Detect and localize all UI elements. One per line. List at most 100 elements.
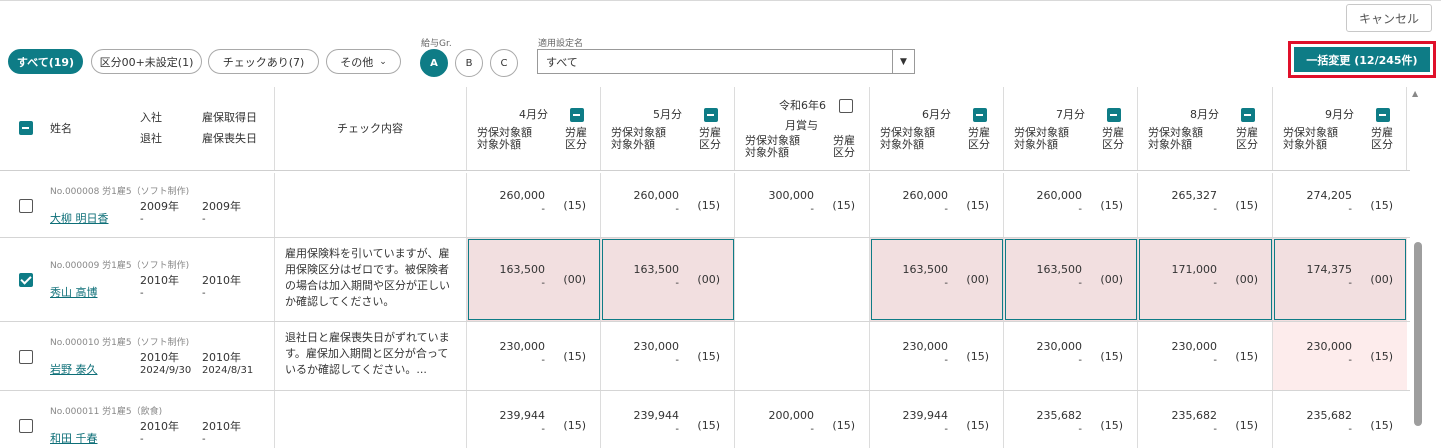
filter-chip-kubun00[interactable]: 区分00+未設定(1) <box>91 49 202 74</box>
amount-cell[interactable]: 163,500 - (00) <box>870 238 1004 321</box>
top-divider <box>0 0 1441 1</box>
exempt-value: - <box>1348 278 1352 289</box>
amount-cell[interactable]: 260,000 - (15) <box>467 173 601 237</box>
amount-cell[interactable] <box>735 322 870 390</box>
month-label: 7月分 <box>1056 108 1085 121</box>
pay-group-a[interactable]: A <box>420 49 448 77</box>
employee-cell: No.000008 労1雇5（ソフト制作) 大柳 明日香 2009年 -2009年 - <box>0 173 275 237</box>
filter-chip-checked[interactable]: チェックあり(7) <box>208 49 319 74</box>
cancel-button[interactable]: キャンセル <box>1346 4 1432 32</box>
kubun-value: (15) <box>563 350 586 363</box>
header-name: 姓名 <box>50 122 72 135</box>
employee-meta: No.000009 労1雇5（ソフト制作) <box>50 261 190 271</box>
employee-name-link[interactable]: 岩野 泰久 <box>50 361 98 377</box>
month-label: 4月分 <box>519 108 548 121</box>
ins-get-date: 2009年 <box>202 200 241 213</box>
kubun-value: (15) <box>1370 199 1393 212</box>
exempt-value: - <box>675 204 679 215</box>
ins-lost-date: 2024/8/31 <box>202 365 254 376</box>
header-month-8: 8月分 労保対象額 対象外額 労雇 区分 <box>1138 87 1273 170</box>
row-checkbox[interactable] <box>19 199 33 213</box>
scrollbar-thumb[interactable] <box>1414 242 1422 426</box>
check-note: 雇用保険料を引いていますが、雇用保険区分はゼロです。被保険者の場合は加入期間や区… <box>285 247 450 308</box>
month-checkbox[interactable] <box>1241 108 1255 122</box>
kubun-value: (15) <box>1100 199 1123 212</box>
exempt-value: - <box>541 278 545 289</box>
amount-value: 174,375 <box>1306 263 1353 276</box>
amount-cell[interactable]: 174,375 - (00) <box>1273 238 1407 321</box>
exempt-value: - <box>1078 355 1082 366</box>
kubun-value: (15) <box>563 419 586 432</box>
data-table: 姓名 入社 退社 雇保取得日 雇保喪失日 チェック内容 4月分 労保対象額 対象… <box>0 87 1410 448</box>
kubun-value: (15) <box>832 419 855 432</box>
amount-cell[interactable]: 200,000 - (15) <box>735 391 870 448</box>
filter-chip-all[interactable]: すべて(19) <box>8 49 83 74</box>
chip-label: その他 <box>340 55 374 69</box>
amount-cell[interactable]: 230,000 - (15) <box>1138 322 1273 390</box>
amount-cell[interactable]: 239,944 - (15) <box>467 391 601 448</box>
month-checkbox[interactable] <box>1107 108 1121 122</box>
amount-cell[interactable]: 230,000 - (15) <box>870 322 1004 390</box>
kubun-label-2: 区分 <box>1236 138 1258 151</box>
amount-cell[interactable]: 230,000 - (15) <box>1273 322 1407 390</box>
employee-cell: No.000011 労1雇5（飲食) 和田 千春 2010年 -2010年 - <box>0 391 275 448</box>
month-checkbox[interactable] <box>1376 108 1390 122</box>
header-month-4: 4月分 労保対象額 対象外額 労雇 区分 <box>467 87 601 170</box>
exempt-value: - <box>1078 204 1082 215</box>
employee-name-link[interactable]: 大柳 明日香 <box>50 210 109 226</box>
employee-name-link[interactable]: 秀山 高博 <box>50 284 98 300</box>
amount-cell[interactable]: 163,500 - (00) <box>1004 238 1138 321</box>
exempt-value: - <box>675 355 679 366</box>
amount-label-2: 対象外額 <box>745 146 789 159</box>
ins-get-date: 2010年 <box>202 351 241 364</box>
month-label: 6月分 <box>922 108 951 121</box>
select-all-checkbox[interactable] <box>19 121 33 135</box>
pay-group-b[interactable]: B <box>455 49 483 77</box>
month-label: 8月分 <box>1190 108 1219 121</box>
amount-cell[interactable]: 239,944 - (15) <box>870 391 1004 448</box>
amount-cell[interactable]: 239,944 - (15) <box>601 391 735 448</box>
setting-select[interactable]: すべて ▼ <box>537 49 915 74</box>
triangle-down-icon: ▼ <box>892 50 914 73</box>
header-leave: 退社 <box>140 132 162 145</box>
amount-cell[interactable]: 274,205 - (15) <box>1273 173 1407 237</box>
amount-cell[interactable]: 230,000 - (15) <box>467 322 601 390</box>
amount-cell[interactable] <box>735 238 870 321</box>
amount-cell[interactable]: 171,000 - (00) <box>1138 238 1273 321</box>
amount-cell[interactable]: 260,000 - (15) <box>1004 173 1138 237</box>
row-checkbox[interactable] <box>19 350 33 364</box>
kubun-value: (15) <box>1370 419 1393 432</box>
pay-group-c[interactable]: C <box>490 49 518 77</box>
row-checkbox[interactable] <box>19 273 33 287</box>
amount-cell[interactable]: 300,000 - (15) <box>735 173 870 237</box>
amount-cell[interactable]: 260,000 - (15) <box>601 173 735 237</box>
exempt-value: - <box>810 424 814 435</box>
amount-value: 274,205 <box>1306 189 1353 202</box>
amount-cell[interactable]: 235,682 - (15) <box>1004 391 1138 448</box>
amount-value: 230,000 <box>633 340 680 353</box>
month-checkbox[interactable] <box>704 108 718 122</box>
amount-cell[interactable]: 235,682 - (15) <box>1273 391 1407 448</box>
leave-date: - <box>140 288 144 299</box>
amount-cell[interactable]: 265,327 - (15) <box>1138 173 1273 237</box>
amount-cell[interactable]: 260,000 - (15) <box>870 173 1004 237</box>
exempt-value: - <box>944 278 948 289</box>
scroll-up-icon[interactable]: ▲ <box>1412 89 1418 98</box>
amount-value: 265,327 <box>1171 189 1218 202</box>
amount-cell[interactable]: 163,500 - (00) <box>601 238 735 321</box>
setting-label: 適用設定名 <box>538 39 584 49</box>
bulk-change-button[interactable]: 一括変更 (12/245件) <box>1294 47 1430 72</box>
amount-value: 171,000 <box>1171 263 1218 276</box>
ins-lost-date: - <box>202 288 206 299</box>
amount-cell[interactable]: 230,000 - (15) <box>1004 322 1138 390</box>
filter-chip-other[interactable]: その他 ⌄ <box>326 49 401 74</box>
month-checkbox[interactable] <box>973 108 987 122</box>
amount-cell[interactable]: 235,682 - (15) <box>1138 391 1273 448</box>
amount-cell[interactable]: 230,000 - (15) <box>601 322 735 390</box>
bonus-checkbox[interactable] <box>839 99 853 113</box>
amount-cell[interactable]: 163,500 - (00) <box>467 238 601 321</box>
employee-name-link[interactable]: 和田 千春 <box>50 430 98 446</box>
row-checkbox[interactable] <box>19 419 33 433</box>
kubun-label-2: 区分 <box>565 138 587 151</box>
month-checkbox[interactable] <box>570 108 584 122</box>
